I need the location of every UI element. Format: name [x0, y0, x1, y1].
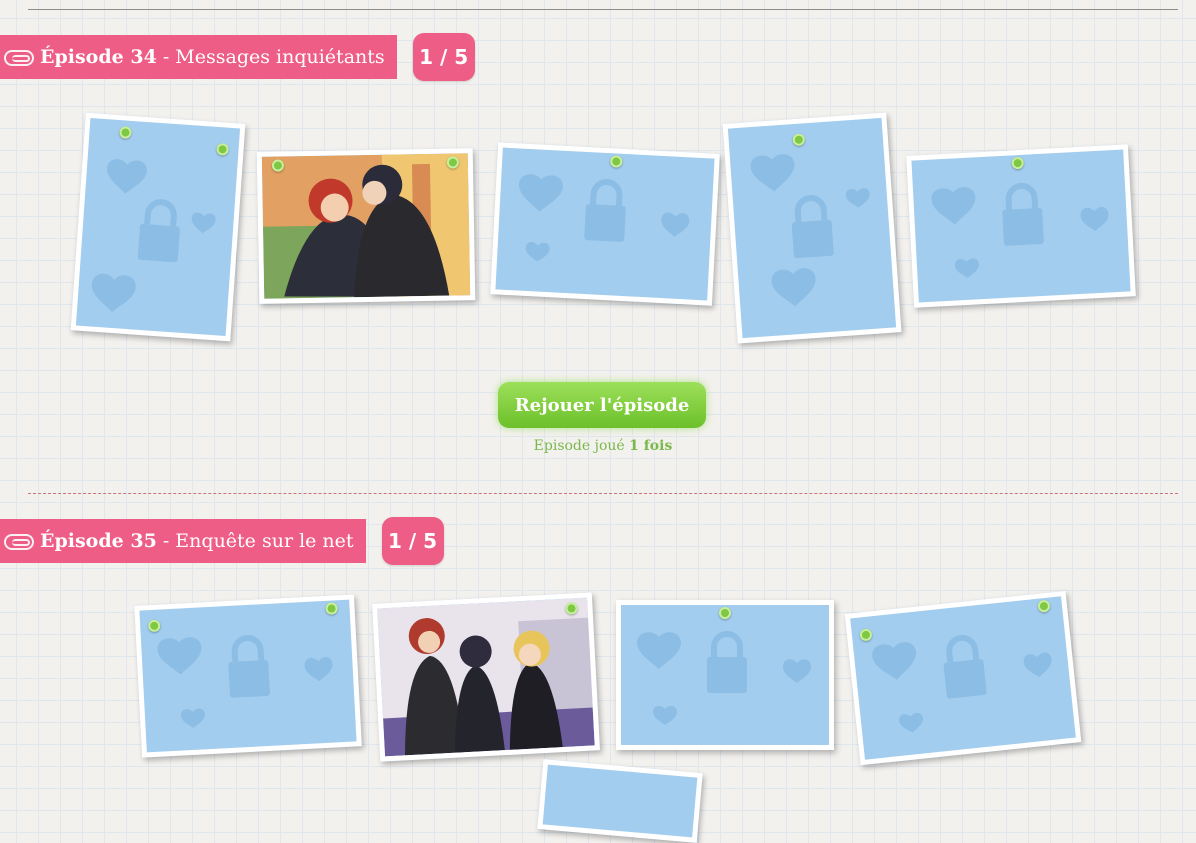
lock-icon [518, 174, 690, 262]
title-separator: - [156, 46, 176, 68]
episode-number: Épisode 34 [40, 46, 157, 68]
locked-illustration-card[interactable] [906, 144, 1136, 308]
replay-section: Rejouer l'épisode Episode joué 1 fois [498, 382, 708, 454]
illustration-counter: 1 / 5 [412, 33, 475, 81]
locked-illustration-card[interactable] [134, 594, 362, 758]
play-count-value: 1 fois [629, 438, 673, 454]
episode-title-tag: Épisode 35 - Enquête sur le net [0, 519, 366, 563]
unlocked-illustration-card[interactable] [256, 148, 476, 304]
episode-number: Épisode 35 [40, 530, 157, 552]
lock-icon [157, 635, 333, 728]
play-count-text: Episode joué 1 fois [498, 438, 708, 454]
locked-illustration-card[interactable] [844, 590, 1082, 766]
lock-icon [91, 159, 216, 312]
locked-illustration-card[interactable] [722, 112, 902, 344]
episode-name: Messages inquiétants [175, 46, 385, 68]
unlocked-illustration-card[interactable] [372, 592, 600, 762]
episode-34-header: Épisode 34 - Messages inquiétants 1 / 5 [0, 33, 475, 81]
locked-illustration-card[interactable] [537, 759, 703, 843]
scene-illustration [261, 153, 471, 299]
replay-episode-button[interactable]: Rejouer l'épisode [498, 382, 706, 428]
lock-icon [637, 631, 811, 725]
episode-35-header: Épisode 35 - Enquête sur le net 1 / 5 [0, 517, 444, 565]
play-count-prefix: Episode joué [533, 438, 630, 454]
paperclip-icon [4, 534, 34, 550]
pushpin-icon [719, 607, 731, 619]
lock-icon [750, 154, 870, 307]
locked-illustration-card[interactable] [616, 600, 834, 750]
lock-icon [872, 635, 1052, 733]
episode-name: Enquête sur le net [175, 530, 354, 552]
locked-illustration-card[interactable] [490, 142, 720, 306]
lock-icon [931, 182, 1109, 278]
episode-divider [28, 493, 1178, 494]
locked-illustration-card[interactable] [70, 112, 246, 342]
illustration-counter: 1 / 5 [381, 517, 444, 565]
scene-illustration [377, 597, 595, 757]
episode-title-tag: Épisode 34 - Messages inquiétants [0, 35, 397, 79]
top-divider [28, 9, 1178, 10]
title-separator: - [156, 530, 176, 552]
paperclip-icon [4, 50, 34, 66]
